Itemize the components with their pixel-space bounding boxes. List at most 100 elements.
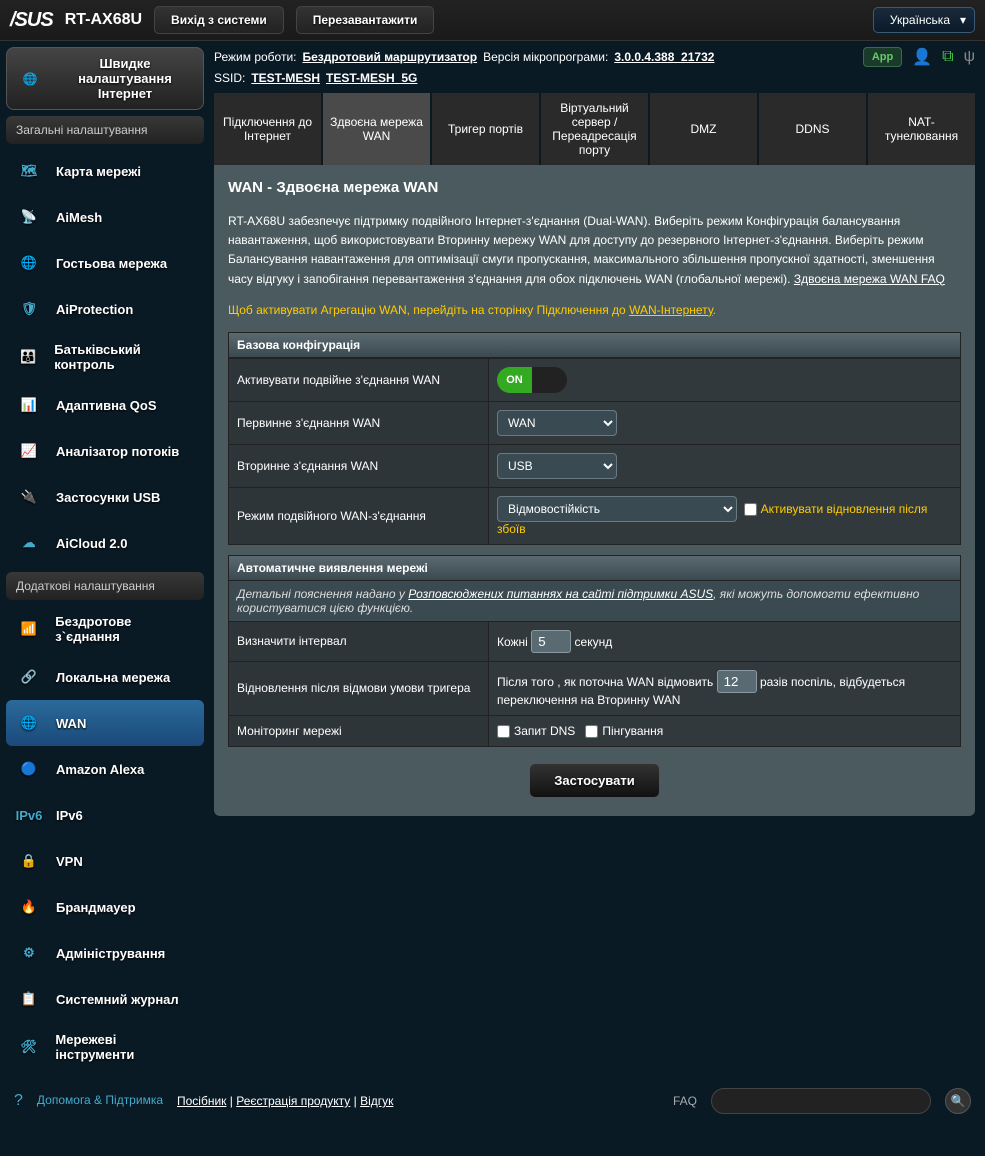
tab-2[interactable]: Тригер портів	[432, 93, 539, 165]
nav-карта-мережі[interactable]: 🗺Карта мережі	[6, 148, 204, 194]
language-select[interactable]: Українська	[873, 7, 975, 33]
tab-6[interactable]: NAT-тунелювання	[868, 93, 975, 165]
monitor-label: Моніторинг мережі	[229, 715, 489, 746]
top-bar: /SUS RT-AX68U Вихід з системи Перезавант…	[0, 0, 985, 41]
tab-0[interactable]: Підключення до Інтернет	[214, 93, 321, 165]
secondary-wan-label: Вторинне з'єднання WAN	[229, 444, 489, 487]
user-icon[interactable]: 👤	[912, 47, 932, 67]
detect-table: Визначити інтервал Кожні секунд Відновле…	[228, 621, 961, 747]
nav-label: VPN	[56, 854, 83, 869]
nav-icon: 📋	[14, 986, 44, 1012]
section-network-detect: Автоматичне виявлення мережі	[228, 555, 961, 581]
nav-icon: 🔵	[14, 756, 44, 782]
search-input[interactable]	[711, 1088, 931, 1114]
nav-icon: 🔒	[14, 848, 44, 874]
nav-aimesh[interactable]: 📡AiMesh	[6, 194, 204, 240]
nav-брандмауер[interactable]: 🔥Брандмауер	[6, 884, 204, 930]
fw-label: Версія мікропрограми:	[483, 50, 608, 64]
nav-застосунки-usb[interactable]: 🔌 Застосунки USB	[6, 474, 204, 520]
tab-3[interactable]: Віртуальний сервер / Переадресація порту	[541, 93, 648, 165]
app-badge[interactable]: App	[863, 47, 902, 67]
nav-бездротове-з-єднання[interactable]: 📶Бездротове з`єднання	[6, 604, 204, 654]
primary-wan-select[interactable]: WAN	[497, 410, 617, 436]
nav-аналізатор-потоків[interactable]: 📈Аналізатор потоків	[6, 428, 204, 474]
help-label[interactable]: Допомога & Підтримка	[37, 1093, 163, 1109]
nav-amazon-alexa[interactable]: 🔵Amazon Alexa	[6, 746, 204, 792]
interval-post: секунд	[575, 635, 613, 649]
register-link[interactable]: Реєстрація продукту	[236, 1094, 350, 1108]
nav-vpn[interactable]: 🔒 VPN	[6, 838, 204, 884]
nav-icon: 📊	[14, 392, 44, 418]
nav-icon: 🛡	[14, 296, 44, 322]
ssid2-link[interactable]: TEST-MESH_5G	[326, 71, 417, 85]
feedback-link[interactable]: Відгук	[360, 1094, 393, 1108]
tab-5[interactable]: DDNS	[759, 93, 866, 165]
nav-ipv-[interactable]: IPv6IPv6	[6, 792, 204, 838]
nav-локальна-мережа[interactable]: 🔗Локальна мережа	[6, 654, 204, 700]
nav-aicloud-2.0[interactable]: ☁ AiCloud 2.0	[6, 520, 204, 566]
manual-link[interactable]: Посібник	[177, 1094, 226, 1108]
network-detect-subtitle: Детальні пояснення надано у Розповсюджен…	[228, 581, 961, 621]
nav-icon: 🛠	[14, 1034, 43, 1060]
nav-label: Адміністрування	[56, 946, 165, 961]
tab-4[interactable]: DMZ	[650, 93, 757, 165]
apply-button[interactable]: Застосувати	[529, 763, 659, 798]
basic-config-table: Активувати подвійне з'єднання WAN ON Пер…	[228, 358, 961, 545]
nav-адміністрування[interactable]: ⚙Адміністрування	[6, 930, 204, 976]
content-panel: WAN - Здвоєна мережа WAN RT-AX68U забезп…	[214, 165, 975, 816]
dualwan-mode-select[interactable]: Відмовостійкість	[497, 496, 737, 522]
nav-label: Адаптивна QoS	[56, 398, 157, 413]
nav-icon: 📡	[14, 204, 44, 230]
interval-pre: Кожні	[497, 635, 528, 649]
tabs: Підключення до ІнтернетЗдвоєна мережа WA…	[214, 93, 975, 165]
secondary-wan-select[interactable]: USB	[497, 453, 617, 479]
failover-pre: Після того , як поточна WAN відмовить	[497, 675, 713, 689]
nav-label: WAN	[56, 716, 86, 731]
dns-checkbox[interactable]	[497, 725, 510, 738]
section-general: Загальні налаштування	[6, 116, 204, 144]
ping-checkbox[interactable]	[585, 725, 598, 738]
footer-faq[interactable]: FAQ	[673, 1094, 697, 1108]
enable-dualwan-toggle[interactable]: ON	[497, 367, 567, 393]
nav-батьківський-контроль[interactable]: 👨‍👩‍👦Батьківський контроль	[6, 332, 204, 382]
search-button[interactable]: 🔍	[945, 1088, 971, 1114]
network-icon[interactable]: ⧉	[942, 48, 953, 66]
nav-гостьова-мережа[interactable]: 🌐Гостьова мережа	[6, 240, 204, 286]
nav-aiprotection[interactable]: 🛡 AiProtection	[6, 286, 204, 332]
model-name: RT-AX68U	[65, 11, 142, 29]
nav-label: Системний журнал	[56, 992, 179, 1007]
nav-label: Застосунки USB	[56, 490, 160, 505]
section-advanced: Додаткові налаштування	[6, 572, 204, 600]
fw-link[interactable]: 3.0.0.4.388_21732	[614, 50, 714, 64]
nav-адаптивна-qos[interactable]: 📊 Адаптивна QoS	[6, 382, 204, 428]
nav-icon: 🔌	[14, 484, 44, 510]
qis-icon: 🌐	[15, 66, 45, 92]
nav-label: AiCloud 2.0	[56, 536, 128, 551]
fallback-checkbox[interactable]	[744, 503, 757, 516]
interval-input[interactable]	[531, 630, 571, 653]
mode-label: Режим роботи:	[214, 50, 297, 64]
faq-link[interactable]: Здвоєна мережа WAN FAQ	[794, 272, 945, 286]
failover-input[interactable]	[717, 670, 757, 693]
asus-faq-link[interactable]: Розповсюджених питаннях на сайті підтрим…	[408, 587, 713, 601]
nav-icon: 🔥	[14, 894, 44, 920]
help-icon[interactable]: ?	[14, 1092, 23, 1110]
nav-label: AiProtection	[56, 302, 133, 317]
nav-label: Батьківський контроль	[54, 342, 196, 372]
wan-internet-link[interactable]: WAN-Інтернету	[629, 303, 713, 317]
logout-button[interactable]: Вихід з системи	[154, 6, 284, 34]
reboot-button[interactable]: Перезавантажити	[296, 6, 435, 34]
ssid1-link[interactable]: TEST-MESH	[251, 71, 320, 85]
nav-мережеві-інструменти[interactable]: 🛠 Мережеві інструменти	[6, 1022, 204, 1072]
nav-label: Мережеві інструменти	[55, 1032, 196, 1062]
nav-icon: ☁	[14, 530, 44, 556]
info-row-2: SSID: TEST-MESH TEST-MESH_5G	[214, 71, 975, 85]
nav-label: IPv6	[56, 808, 83, 823]
mode-link[interactable]: Бездротовий маршрутизатор	[303, 50, 478, 64]
nav-wan[interactable]: 🌐WAN	[6, 700, 204, 746]
nav-системний-журнал[interactable]: 📋 Системний журнал	[6, 976, 204, 1022]
qis-button[interactable]: 🌐 Швидке налаштування Інтернет	[6, 47, 204, 110]
tab-1[interactable]: Здвоєна мережа WAN	[323, 93, 430, 165]
usb-icon[interactable]: ψ	[964, 48, 975, 66]
page-description: RT-AX68U забезпечує підтримку подвійного…	[228, 212, 961, 289]
